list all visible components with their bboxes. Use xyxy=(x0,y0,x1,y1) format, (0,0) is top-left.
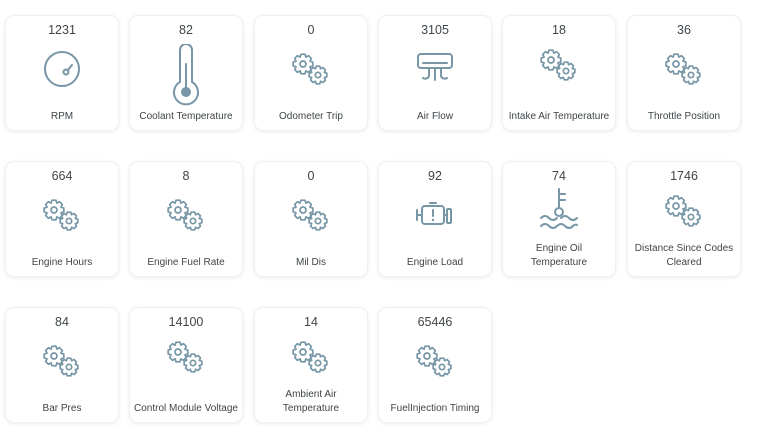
sensor-card-bar-pres[interactable]: 84 Bar Pres xyxy=(5,307,119,423)
sensor-label: Engine Load xyxy=(406,257,464,268)
sensor-label: Engine Hours xyxy=(31,257,93,268)
sensor-grid: 1231 RPM 82 Coolant Temperature 0 Odomet… xyxy=(0,0,766,433)
sensor-value: 0 xyxy=(307,169,315,183)
sensor-label: Throttle Position xyxy=(647,111,721,122)
sensor-value: 0 xyxy=(307,23,315,37)
sensor-label: Engine Fuel Rate xyxy=(147,257,225,268)
sensor-label: RPM xyxy=(50,111,74,122)
gears-icon xyxy=(6,335,118,387)
sensor-card-intake-air-temperature[interactable]: 18 Intake Air Temperature xyxy=(502,15,616,131)
sensor-card-air-flow[interactable]: 3105 Air Flow xyxy=(378,15,492,131)
sensor-card-engine-oil-temperature[interactable]: 74 Engine Oil Temperature xyxy=(502,161,616,277)
sensor-value: 65446 xyxy=(417,315,453,329)
sensor-value: 84 xyxy=(55,315,69,329)
gears-icon xyxy=(130,332,242,382)
gauge-icon xyxy=(6,43,118,95)
sensor-card-fuel-injection-timing[interactable]: 65446 FuelInjection Timing xyxy=(378,307,492,423)
sensor-card-control-module-voltage[interactable]: 14100 Control Module Voltage xyxy=(129,307,243,423)
sensor-card-engine-fuel-rate[interactable]: 8 Engine Fuel Rate xyxy=(129,161,243,277)
gears-icon xyxy=(255,189,367,241)
gears-icon xyxy=(255,332,367,382)
sensor-card-engine-hours[interactable]: 664 Engine Hours xyxy=(5,161,119,277)
sensor-value: 1746 xyxy=(670,169,698,183)
sensor-card-coolant-temperature[interactable]: 82 Coolant Temperature xyxy=(129,15,243,131)
sensor-label: Coolant Temperature xyxy=(139,111,233,122)
sensor-card-distance-since-codes-cleared[interactable]: 1746 Distance Since Codes Cleared xyxy=(627,161,741,277)
gears-icon xyxy=(379,335,491,387)
sensor-label: Odometer Trip xyxy=(279,111,343,122)
gears-icon xyxy=(628,43,740,95)
sensor-value: 92 xyxy=(428,169,442,183)
sensor-value: 18 xyxy=(552,23,566,37)
sensor-label: Intake Air Temperature xyxy=(508,111,610,122)
sensor-value: 1231 xyxy=(48,23,76,37)
sensor-card-rpm[interactable]: 1231 RPM xyxy=(5,15,119,131)
sensor-label: Bar Pres xyxy=(42,403,82,414)
sensor-label: Distance Since Codes Cleared xyxy=(634,243,734,268)
sensor-value: 14 xyxy=(304,315,318,329)
thermometer-icon xyxy=(130,44,242,106)
sensor-value: 36 xyxy=(677,23,691,37)
air-flow-icon xyxy=(379,43,491,95)
sensor-label: FuelInjection Timing xyxy=(390,403,480,414)
sensor-label: Ambient Air Temperature xyxy=(282,389,340,414)
oil-temperature-icon xyxy=(503,184,615,234)
sensor-label: Mil Dis xyxy=(296,257,326,268)
engine-icon xyxy=(379,189,491,241)
sensor-card-odometer-trip[interactable]: 0 Odometer Trip xyxy=(254,15,368,131)
sensor-card-mil-dis[interactable]: 0 Mil Dis xyxy=(254,161,368,277)
gears-icon xyxy=(628,186,740,236)
sensor-value: 82 xyxy=(179,23,193,37)
sensor-value: 3105 xyxy=(421,23,449,37)
sensor-value: 14100 xyxy=(168,315,204,329)
sensor-value: 74 xyxy=(552,169,566,183)
gears-icon xyxy=(255,43,367,95)
sensor-label: Air Flow xyxy=(416,111,454,122)
sensor-card-ambient-air-temperature[interactable]: 14 Ambient Air Temperature xyxy=(254,307,368,423)
gears-icon xyxy=(6,189,118,241)
sensor-card-throttle-position[interactable]: 36 Throttle Position xyxy=(627,15,741,131)
gears-icon xyxy=(130,189,242,241)
sensor-label: Engine Oil Temperature xyxy=(530,243,588,268)
sensor-value: 664 xyxy=(51,169,73,183)
sensor-label: Control Module Voltage xyxy=(134,403,238,414)
sensor-value: 8 xyxy=(182,169,190,183)
sensor-card-engine-load[interactable]: 92 Engine Load xyxy=(378,161,492,277)
gears-icon xyxy=(503,40,615,90)
